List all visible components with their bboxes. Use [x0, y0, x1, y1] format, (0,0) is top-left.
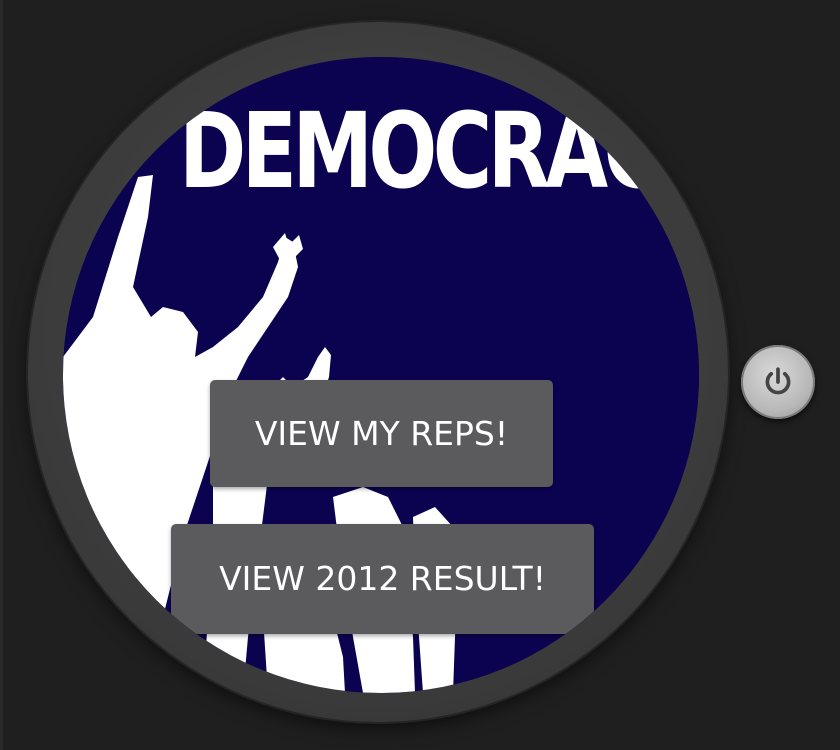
democracy-headline: DEMOCRACY [179, 90, 699, 212]
power-button[interactable] [741, 345, 815, 419]
power-icon [765, 367, 791, 395]
view-2012-result-button[interactable]: VIEW 2012 RESULT! [171, 524, 594, 634]
watch-screen: DEMOCRACY VIEW MY REPS! VIEW 2012 RESULT… [63, 57, 699, 693]
view-my-reps-button[interactable]: VIEW MY REPS! [210, 380, 553, 487]
emulator-stage: DEMOCRACY VIEW MY REPS! VIEW 2012 RESULT… [0, 0, 840, 750]
window-edge [0, 0, 3, 750]
